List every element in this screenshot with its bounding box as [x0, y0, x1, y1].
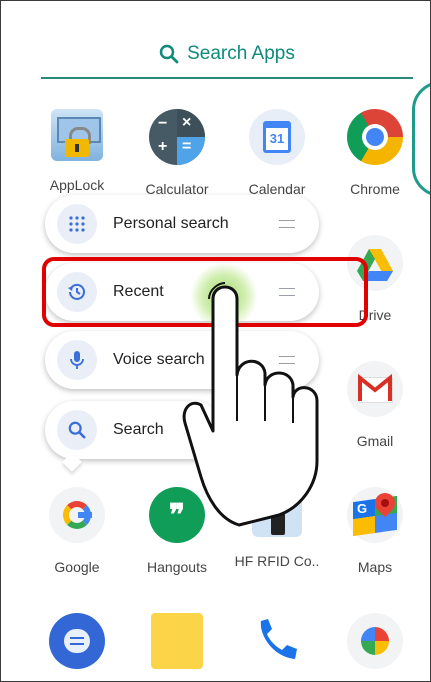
- app-keep-notes[interactable]: [127, 613, 227, 669]
- app-chrome[interactable]: Chrome: [325, 109, 425, 197]
- app-calculator[interactable]: − × + = Calculator: [127, 109, 227, 197]
- app-google[interactable]: Google: [27, 487, 127, 575]
- maps-icon: G: [347, 487, 403, 543]
- search-apps-label: Search Apps: [187, 43, 295, 64]
- pointing-hand-icon: [182, 282, 319, 527]
- microphone-icon: [57, 340, 97, 380]
- drag-handle-icon[interactable]: [279, 220, 295, 228]
- app-applock[interactable]: AppLock: [27, 109, 127, 193]
- photos-icon: [347, 613, 403, 669]
- messages-icon: [49, 613, 105, 669]
- calendar-icon: 31: [249, 109, 305, 165]
- applock-icon: [51, 109, 103, 161]
- app-messages[interactable]: [27, 613, 127, 669]
- chrome-icon: [347, 109, 403, 165]
- phone-icon: [249, 613, 305, 669]
- search-icon: [57, 410, 97, 450]
- app-drawer-screen: Search Apps AppLock − × + = Calculator 3…: [0, 0, 431, 682]
- calculator-icon: − × + =: [149, 109, 205, 165]
- gmail-icon: [347, 361, 403, 417]
- keep-notes-icon: [151, 613, 203, 669]
- app-photos[interactable]: [325, 613, 425, 669]
- grid-dots-icon: [57, 204, 97, 244]
- google-icon: [49, 487, 105, 543]
- app-phone[interactable]: [227, 613, 327, 669]
- app-gmail[interactable]: Gmail: [325, 361, 425, 449]
- app-maps[interactable]: G Maps: [325, 487, 425, 575]
- search-icon: [159, 44, 179, 64]
- shortcut-label: Personal search: [113, 215, 229, 232]
- shortcut-personal-search[interactable]: Personal search: [45, 195, 319, 253]
- search-apps-bar[interactable]: Search Apps: [41, 31, 413, 79]
- app-calendar[interactable]: 31 Calendar: [227, 109, 327, 197]
